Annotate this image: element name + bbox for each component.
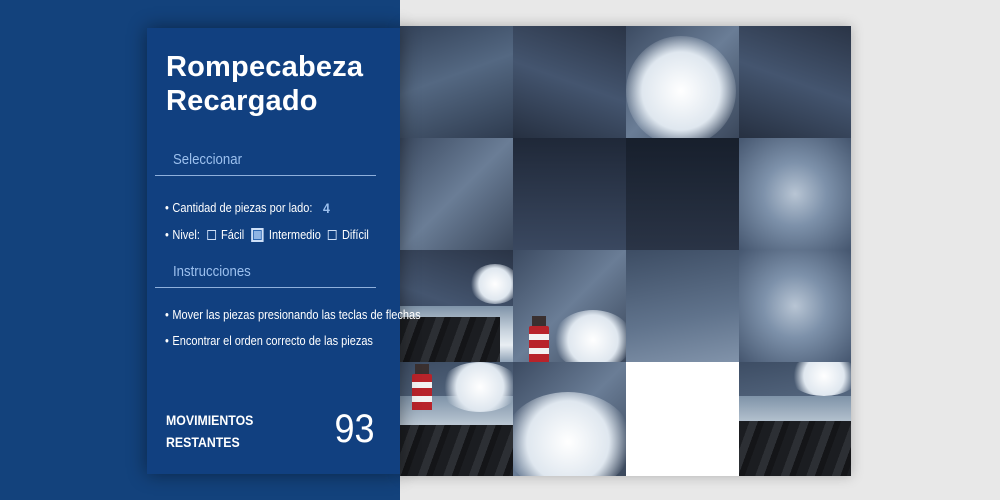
bullet: • xyxy=(165,228,169,242)
moves-label-line1: MOVIMIENTOS xyxy=(166,412,254,428)
level-intermediate-checkbox[interactable] xyxy=(251,228,264,242)
instructions-section-heading: Instrucciones xyxy=(155,263,376,288)
moves-label-line2: RESTANTES xyxy=(166,434,240,450)
wave-splash xyxy=(789,362,851,396)
level-easy-checkbox[interactable] xyxy=(206,230,216,240)
puzzle-board[interactable] xyxy=(400,26,851,476)
puzzle-tile[interactable] xyxy=(400,26,513,138)
level-hard-checkbox[interactable] xyxy=(327,230,337,240)
lighthouse xyxy=(412,364,432,410)
level-row: • Nivel: Fácil Intermedio Difícil xyxy=(165,228,369,242)
instructions-heading-text: Instrucciones xyxy=(173,263,251,280)
select-section-heading: Seleccionar xyxy=(155,151,376,176)
bullet: • xyxy=(165,308,169,322)
instruction-item: • Mover las piezas presionando las tecla… xyxy=(165,308,421,322)
game-title-line1: Rompecabeza xyxy=(166,51,364,83)
puzzle-tile[interactable] xyxy=(739,26,851,138)
wave-splash xyxy=(626,36,736,138)
puzzle-tile[interactable] xyxy=(739,362,851,476)
level-easy-label[interactable]: Fácil xyxy=(221,228,244,242)
select-heading-text: Seleccionar xyxy=(173,151,242,168)
puzzle-tile[interactable] xyxy=(739,138,851,250)
breakwater-rocks xyxy=(739,421,851,476)
level-intermediate-label[interactable]: Intermedio xyxy=(269,228,321,242)
level-label: Nivel: xyxy=(172,228,200,242)
moves-remaining-value: 93 xyxy=(333,407,374,451)
wave-splash xyxy=(470,264,513,304)
bullet: • xyxy=(165,334,169,348)
instruction-text: Mover las piezas presionando las teclas … xyxy=(172,308,421,322)
bullet: • xyxy=(165,201,169,215)
info-panel: Rompecabeza Recargado Seleccionar • Cant… xyxy=(147,28,421,474)
wave-splash xyxy=(513,392,626,476)
pieces-per-side-row: • Cantidad de piezas por lado: 4 xyxy=(165,200,330,216)
level-hard-label[interactable]: Difícil xyxy=(342,228,369,242)
wave-splash xyxy=(553,310,626,362)
wave-splash xyxy=(440,362,513,412)
moves-remaining-label: MOVIMIENTOS RESTANTES xyxy=(166,409,253,453)
puzzle-tile[interactable] xyxy=(513,138,626,250)
pieces-per-side-value[interactable]: 4 xyxy=(323,200,330,216)
puzzle-tile[interactable] xyxy=(513,250,626,362)
puzzle-tile[interactable] xyxy=(400,138,513,250)
puzzle-tile[interactable] xyxy=(626,138,739,250)
empty-slot[interactable] xyxy=(626,362,739,476)
breakwater-rocks xyxy=(400,424,513,476)
puzzle-tile[interactable] xyxy=(513,362,626,476)
game-title: Rompecabeza Recargado xyxy=(166,50,363,118)
puzzle-tile[interactable] xyxy=(513,26,626,138)
puzzle-tile[interactable] xyxy=(400,250,513,362)
lighthouse xyxy=(529,316,549,362)
game-title-line2: Recargado xyxy=(166,85,318,117)
breakwater-rocks xyxy=(400,317,500,362)
puzzle-tile[interactable] xyxy=(626,26,739,138)
puzzle-tile[interactable] xyxy=(739,250,851,362)
instruction-item: • Encontrar el orden correcto de las pie… xyxy=(165,334,373,348)
puzzle-tile[interactable] xyxy=(400,362,513,476)
instruction-text: Encontrar el orden correcto de las pieza… xyxy=(172,334,373,348)
pieces-per-side-label: Cantidad de piezas por lado: xyxy=(172,201,313,215)
puzzle-tile[interactable] xyxy=(626,250,739,362)
